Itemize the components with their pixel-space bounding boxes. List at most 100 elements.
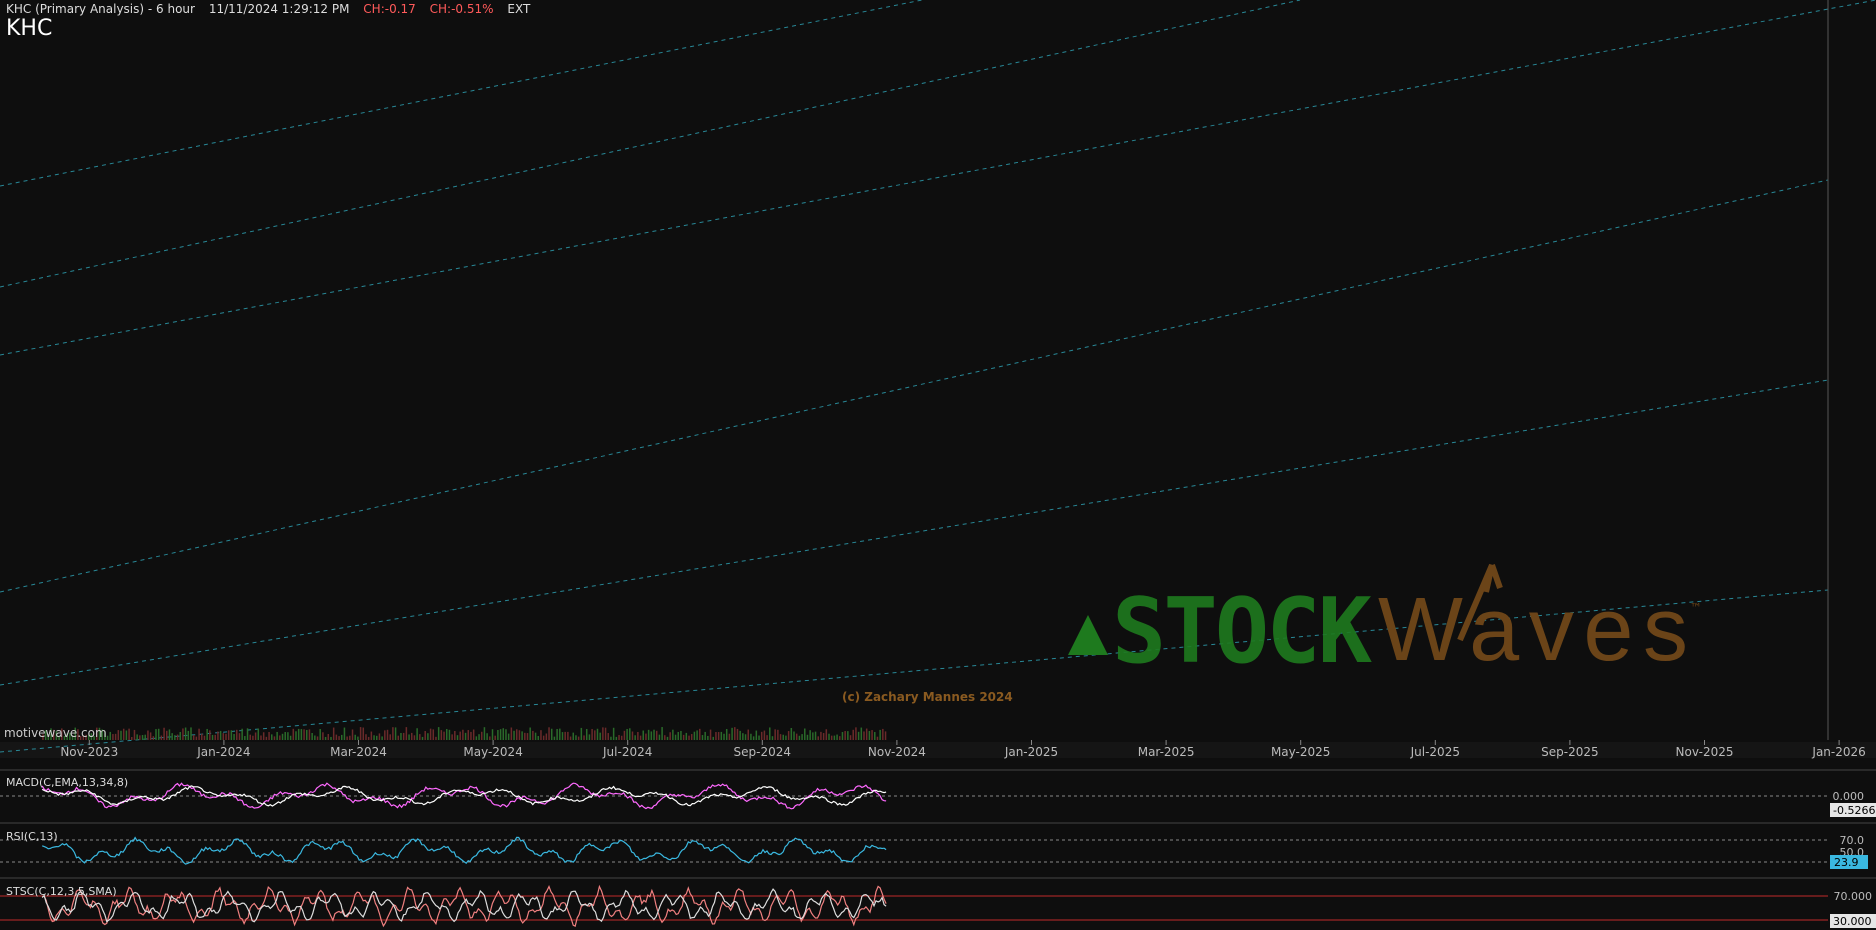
- volume-bar: [809, 730, 811, 740]
- volume-bar: [639, 735, 642, 740]
- volume-bar: [763, 730, 766, 740]
- volume-bar: [610, 736, 612, 740]
- price-change-percent: CH:-0.51%: [429, 2, 494, 16]
- volume-bar: [615, 736, 618, 740]
- volume-bar: [634, 735, 636, 740]
- volume-bar: [534, 732, 537, 740]
- source-text: motivewave.com: [4, 726, 107, 740]
- volume-bar: [720, 731, 723, 740]
- volume-bar: [674, 734, 677, 740]
- volume-bar: [448, 729, 451, 740]
- volume-bar: [429, 728, 432, 740]
- volume-bar: [650, 731, 653, 740]
- volume-bar: [464, 732, 467, 740]
- volume-bar: [556, 728, 558, 740]
- volume-bar: [405, 727, 408, 740]
- volume-bar: [322, 732, 324, 740]
- volume-bar: [419, 734, 421, 740]
- volume-bar: [133, 729, 136, 740]
- volume-bar: [728, 733, 731, 740]
- volume-bar: [421, 736, 424, 740]
- volume-bar: [392, 727, 394, 740]
- volume-bar: [416, 728, 418, 740]
- volume-bar: [362, 727, 365, 740]
- volume-bar: [114, 733, 117, 740]
- time-axis-label: Jan-2026: [1811, 745, 1865, 759]
- volume-bar: [734, 727, 736, 740]
- volume-bar: [521, 731, 523, 740]
- volume-bar: [367, 736, 370, 740]
- time-axis-label: Mar-2025: [1138, 745, 1195, 759]
- volume-bar: [580, 727, 583, 740]
- volume-bar: [394, 727, 397, 740]
- volume-bar: [645, 733, 647, 740]
- volume-bar: [157, 728, 160, 740]
- volume-bar: [249, 734, 251, 740]
- volume-bar: [125, 730, 128, 740]
- volume-bar: [214, 734, 216, 740]
- volume-bar: [760, 731, 763, 740]
- volume-bar: [612, 727, 615, 740]
- volume-bar: [311, 732, 313, 740]
- volume-bar: [739, 730, 741, 740]
- volume-bar: [427, 733, 429, 740]
- volume-bar: [252, 735, 254, 740]
- macd-badge: -0.5266: [1833, 804, 1875, 817]
- volume-bar: [230, 730, 233, 740]
- volume-bar: [144, 734, 146, 740]
- volume-bar: [300, 729, 303, 740]
- volume-bar: [499, 729, 502, 740]
- volume-bar: [456, 735, 459, 740]
- volume-bar: [470, 731, 472, 740]
- volume-bar: [526, 733, 529, 740]
- volume-bar: [389, 734, 391, 740]
- volume-bar: [106, 735, 109, 740]
- volume-bar: [295, 731, 297, 740]
- volume-bar: [260, 735, 262, 740]
- volume-bar: [225, 733, 227, 740]
- volume-bar: [575, 735, 577, 740]
- volume-bar: [717, 732, 720, 740]
- volume-bar: [879, 729, 881, 740]
- volume-bar: [715, 732, 717, 740]
- time-axis-label: May-2024: [463, 745, 522, 759]
- copyright-text: (c) Zachary Mannes 2024: [842, 690, 1013, 704]
- volume-bar: [596, 728, 599, 740]
- volume-bar: [507, 733, 510, 740]
- volume-bar: [184, 727, 187, 740]
- volume-bar: [577, 736, 580, 740]
- volume-bar: [187, 730, 190, 740]
- volume-bar: [327, 733, 330, 740]
- volume-bar: [785, 735, 787, 740]
- volume-bar: [817, 736, 819, 740]
- volume-bar: [561, 732, 564, 740]
- volume-bar: [217, 731, 219, 740]
- volume-bar: [830, 735, 833, 740]
- volume-bar: [712, 736, 714, 740]
- volume-bar: [201, 733, 203, 740]
- volume-bar: [540, 730, 542, 740]
- stsc-badge: 30.000: [1833, 915, 1872, 928]
- time-axis-label: May-2025: [1271, 745, 1330, 759]
- volume-bar: [171, 733, 173, 740]
- volume-bar: [839, 736, 841, 740]
- volume-bar: [725, 728, 728, 740]
- volume-bar: [731, 727, 733, 740]
- volume-bar: [618, 735, 620, 740]
- volume-bar: [793, 731, 795, 740]
- volume-bar: [828, 733, 830, 740]
- volume-bar: [685, 732, 688, 740]
- volume-bar: [599, 732, 601, 740]
- volume-bar: [112, 734, 114, 740]
- volume-bar: [682, 734, 685, 740]
- volume-bar: [359, 727, 362, 740]
- volume-bar: [281, 733, 284, 740]
- volume-bar: [629, 728, 631, 740]
- volume-bar: [871, 730, 873, 740]
- volume-bar: [219, 730, 222, 740]
- chart-header: KHC (Primary Analysis) - 6 hour 11/11/20…: [6, 2, 540, 16]
- volume-bar: [276, 731, 278, 740]
- volume-bar: [324, 736, 327, 740]
- volume-bar: [378, 733, 381, 740]
- volume-bar: [472, 729, 475, 740]
